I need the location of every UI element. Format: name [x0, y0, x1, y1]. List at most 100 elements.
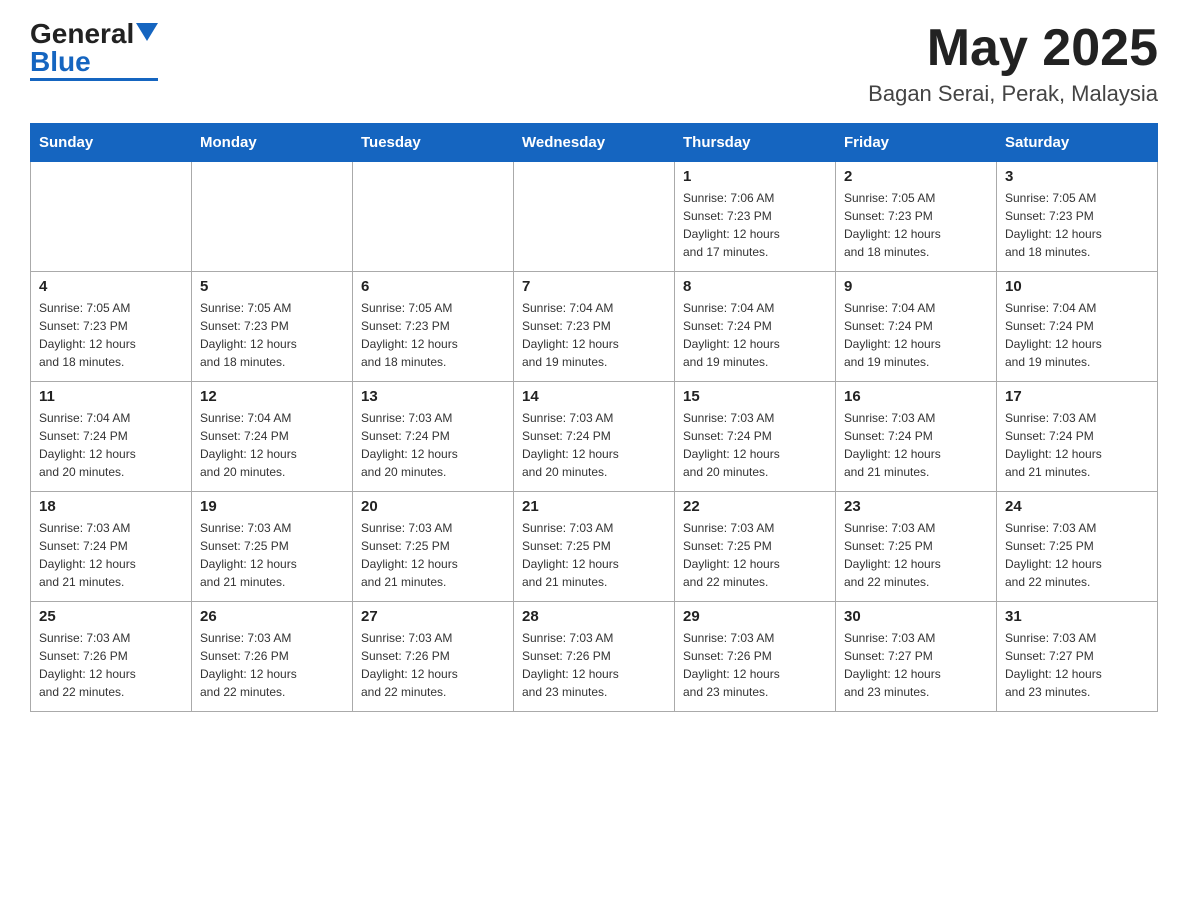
day-info: Sunrise: 7:05 AM Sunset: 7:23 PM Dayligh… — [361, 299, 505, 371]
header-friday: Friday — [836, 124, 997, 162]
calendar-table: SundayMondayTuesdayWednesdayThursdayFrid… — [30, 123, 1158, 712]
calendar-cell: 14 Sunrise: 7:03 AM Sunset: 7:24 PM Dayli… — [514, 382, 675, 492]
calendar-cell: 30Sunrise: 7:03 AM Sunset: 7:27 PM Dayli… — [836, 602, 997, 712]
day-number: 6 — [361, 278, 505, 295]
calendar-cell: 3 Sunrise: 7:05 AM Sunset: 7:23 PM Daylig… — [997, 162, 1158, 272]
header-sunday: Sunday — [31, 124, 192, 162]
day-info: Sunrise: 7:03 AM Sunset: 7:25 PM Dayligh… — [361, 519, 505, 591]
day-number: 13 — [361, 388, 505, 405]
calendar-cell: 4 Sunrise: 7:05 AM Sunset: 7:23 PM Daylig… — [31, 272, 192, 382]
calendar-cell: 15Sunrise: 7:03 AM Sunset: 7:24 PM Dayli… — [675, 382, 836, 492]
header-wednesday: Wednesday — [514, 124, 675, 162]
calendar-cell: 23 Sunrise: 7:03 AM Sunset: 7:25 PM Dayli… — [836, 492, 997, 602]
day-info: Sunrise: 7:03 AM Sunset: 7:24 PM Dayligh… — [683, 409, 827, 481]
day-number: 22 — [683, 498, 827, 515]
calendar-cell — [514, 162, 675, 272]
day-info: Sunrise: 7:03 AM Sunset: 7:26 PM Dayligh… — [200, 629, 344, 701]
calendar-cell: 12 Sunrise: 7:04 AM Sunset: 7:24 PM Dayli… — [192, 382, 353, 492]
day-info: Sunrise: 7:03 AM Sunset: 7:26 PM Dayligh… — [683, 629, 827, 701]
calendar-cell: 10 Sunrise: 7:04 AM Sunset: 7:24 PM Dayli… — [997, 272, 1158, 382]
calendar-cell: 29Sunrise: 7:03 AM Sunset: 7:26 PM Dayli… — [675, 602, 836, 712]
logo-text-blue: Blue — [30, 48, 91, 76]
day-number: 24 — [1005, 498, 1149, 515]
day-number: 27 — [361, 608, 505, 625]
calendar-week-row: 4 Sunrise: 7:05 AM Sunset: 7:23 PM Daylig… — [31, 272, 1158, 382]
calendar-cell: 17 Sunrise: 7:03 AM Sunset: 7:24 PM Dayli… — [997, 382, 1158, 492]
day-info: Sunrise: 7:03 AM Sunset: 7:24 PM Dayligh… — [1005, 409, 1149, 481]
day-number: 19 — [200, 498, 344, 515]
day-info: Sunrise: 7:05 AM Sunset: 7:23 PM Dayligh… — [200, 299, 344, 371]
day-info: Sunrise: 7:03 AM Sunset: 7:24 PM Dayligh… — [522, 409, 666, 481]
month-title: May 2025 — [868, 20, 1158, 77]
calendar-cell: 5 Sunrise: 7:05 AM Sunset: 7:23 PM Daylig… — [192, 272, 353, 382]
day-number: 3 — [1005, 168, 1149, 185]
day-info: Sunrise: 7:05 AM Sunset: 7:23 PM Dayligh… — [39, 299, 183, 371]
header-monday: Monday — [192, 124, 353, 162]
calendar-cell: 2 Sunrise: 7:05 AM Sunset: 7:23 PM Daylig… — [836, 162, 997, 272]
calendar-week-row: 11 Sunrise: 7:04 AM Sunset: 7:24 PM Dayli… — [31, 382, 1158, 492]
day-info: Sunrise: 7:04 AM Sunset: 7:24 PM Dayligh… — [683, 299, 827, 371]
calendar-cell: 20Sunrise: 7:03 AM Sunset: 7:25 PM Dayli… — [353, 492, 514, 602]
day-info: Sunrise: 7:03 AM Sunset: 7:25 PM Dayligh… — [683, 519, 827, 591]
calendar-header-row: SundayMondayTuesdayWednesdayThursdayFrid… — [31, 124, 1158, 162]
day-number: 17 — [1005, 388, 1149, 405]
day-number: 9 — [844, 278, 988, 295]
day-number: 4 — [39, 278, 183, 295]
header-saturday: Saturday — [997, 124, 1158, 162]
day-number: 8 — [683, 278, 827, 295]
logo-text-black: General — [30, 20, 134, 48]
day-number: 11 — [39, 388, 183, 405]
day-info: Sunrise: 7:04 AM Sunset: 7:24 PM Dayligh… — [1005, 299, 1149, 371]
day-info: Sunrise: 7:03 AM Sunset: 7:25 PM Dayligh… — [844, 519, 988, 591]
day-number: 21 — [522, 498, 666, 515]
logo: General Blue — [30, 20, 158, 81]
calendar-cell: 27Sunrise: 7:03 AM Sunset: 7:26 PM Dayli… — [353, 602, 514, 712]
calendar-cell: 6 Sunrise: 7:05 AM Sunset: 7:23 PM Daylig… — [353, 272, 514, 382]
calendar-cell: 24 Sunrise: 7:03 AM Sunset: 7:25 PM Dayli… — [997, 492, 1158, 602]
header-tuesday: Tuesday — [353, 124, 514, 162]
day-number: 23 — [844, 498, 988, 515]
day-number: 7 — [522, 278, 666, 295]
calendar-cell — [31, 162, 192, 272]
logo-underline — [30, 78, 158, 81]
calendar-week-row: 18 Sunrise: 7:03 AM Sunset: 7:24 PM Dayli… — [31, 492, 1158, 602]
calendar-week-row: 25 Sunrise: 7:03 AM Sunset: 7:26 PM Dayli… — [31, 602, 1158, 712]
calendar-cell: 26 Sunrise: 7:03 AM Sunset: 7:26 PM Dayli… — [192, 602, 353, 712]
day-info: Sunrise: 7:04 AM Sunset: 7:24 PM Dayligh… — [200, 409, 344, 481]
day-number: 2 — [844, 168, 988, 185]
day-number: 10 — [1005, 278, 1149, 295]
day-info: Sunrise: 7:05 AM Sunset: 7:23 PM Dayligh… — [844, 189, 988, 261]
day-info: Sunrise: 7:03 AM Sunset: 7:24 PM Dayligh… — [39, 519, 183, 591]
day-info: Sunrise: 7:03 AM Sunset: 7:26 PM Dayligh… — [39, 629, 183, 701]
day-number: 31 — [1005, 608, 1149, 625]
day-info: Sunrise: 7:03 AM Sunset: 7:24 PM Dayligh… — [361, 409, 505, 481]
day-number: 26 — [200, 608, 344, 625]
location-title: Bagan Serai, Perak, Malaysia — [868, 81, 1158, 107]
calendar-cell: 19 Sunrise: 7:03 AM Sunset: 7:25 PM Dayli… — [192, 492, 353, 602]
day-number: 16 — [844, 388, 988, 405]
day-number: 12 — [200, 388, 344, 405]
day-info: Sunrise: 7:04 AM Sunset: 7:24 PM Dayligh… — [844, 299, 988, 371]
day-info: Sunrise: 7:03 AM Sunset: 7:24 PM Dayligh… — [844, 409, 988, 481]
calendar-cell: 16 Sunrise: 7:03 AM Sunset: 7:24 PM Dayli… — [836, 382, 997, 492]
calendar-cell: 7Sunrise: 7:04 AM Sunset: 7:23 PM Daylig… — [514, 272, 675, 382]
calendar-cell: 28Sunrise: 7:03 AM Sunset: 7:26 PM Dayli… — [514, 602, 675, 712]
calendar-cell: 13 Sunrise: 7:03 AM Sunset: 7:24 PM Dayli… — [353, 382, 514, 492]
day-info: Sunrise: 7:03 AM Sunset: 7:27 PM Dayligh… — [1005, 629, 1149, 701]
day-info: Sunrise: 7:03 AM Sunset: 7:27 PM Dayligh… — [844, 629, 988, 701]
day-number: 28 — [522, 608, 666, 625]
calendar-cell: 9 Sunrise: 7:04 AM Sunset: 7:24 PM Daylig… — [836, 272, 997, 382]
logo-triangle-icon — [136, 23, 158, 41]
day-number: 25 — [39, 608, 183, 625]
day-info: Sunrise: 7:04 AM Sunset: 7:24 PM Dayligh… — [39, 409, 183, 481]
day-number: 18 — [39, 498, 183, 515]
calendar-cell: 11 Sunrise: 7:04 AM Sunset: 7:24 PM Dayli… — [31, 382, 192, 492]
day-info: Sunrise: 7:03 AM Sunset: 7:25 PM Dayligh… — [1005, 519, 1149, 591]
day-number: 5 — [200, 278, 344, 295]
day-number: 1 — [683, 168, 827, 185]
calendar-cell: 8 Sunrise: 7:04 AM Sunset: 7:24 PM Daylig… — [675, 272, 836, 382]
day-info: Sunrise: 7:05 AM Sunset: 7:23 PM Dayligh… — [1005, 189, 1149, 261]
day-number: 14 — [522, 388, 666, 405]
day-info: Sunrise: 7:03 AM Sunset: 7:25 PM Dayligh… — [200, 519, 344, 591]
title-area: May 2025 Bagan Serai, Perak, Malaysia — [868, 20, 1158, 107]
